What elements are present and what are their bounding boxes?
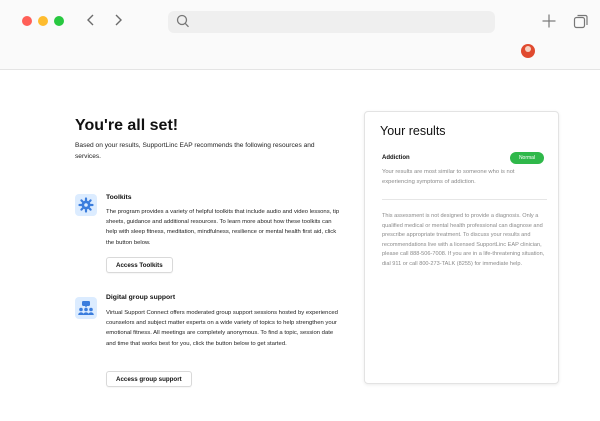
result-category: Addiction <box>382 155 410 161</box>
avatar[interactable] <box>521 44 535 58</box>
chevron-left-icon[interactable] <box>80 8 102 32</box>
group-support-description: Virtual Support Connect offers moderated… <box>106 310 338 347</box>
result-summary: Your results are most similar to someone… <box>382 169 515 185</box>
group-support-heading: Digital group support <box>106 294 176 301</box>
search-icon <box>176 13 190 34</box>
toolkits-description: The program provides a variety of helpfu… <box>106 209 340 246</box>
access-toolkits-button[interactable]: Access Toolkits <box>106 257 173 273</box>
tabs-overview-icon[interactable] <box>569 9 593 33</box>
plus-icon[interactable] <box>537 9 561 33</box>
intro-text: Based on your results, SupportLinc EAP r… <box>75 142 315 160</box>
status-badge: Normal <box>510 152 544 164</box>
results-title: Your results <box>380 124 446 138</box>
chevron-right-icon[interactable] <box>107 8 129 32</box>
toolkits-heading: Toolkits <box>106 194 132 201</box>
address-bar[interactable] <box>168 11 495 33</box>
maximize-window-button[interactable] <box>54 16 64 26</box>
disclaimer-text: This assessment is not designed to provi… <box>382 213 545 267</box>
access-group-support-button[interactable]: Access group support <box>106 371 192 387</box>
address-input[interactable] <box>196 14 486 30</box>
close-window-button[interactable] <box>22 16 32 26</box>
page-title: You're all set! <box>75 117 179 134</box>
browser-window: You're all set! Based on your results, S… <box>0 0 600 421</box>
browser-toolbar <box>0 0 600 70</box>
group-chat-icon <box>75 297 97 319</box>
main-content: You're all set! Based on your results, S… <box>0 71 600 421</box>
results-card: Your results Addiction Normal Your resul… <box>364 111 559 384</box>
minimize-window-button[interactable] <box>38 16 48 26</box>
gear-icon <box>75 194 97 216</box>
divider <box>382 199 547 200</box>
